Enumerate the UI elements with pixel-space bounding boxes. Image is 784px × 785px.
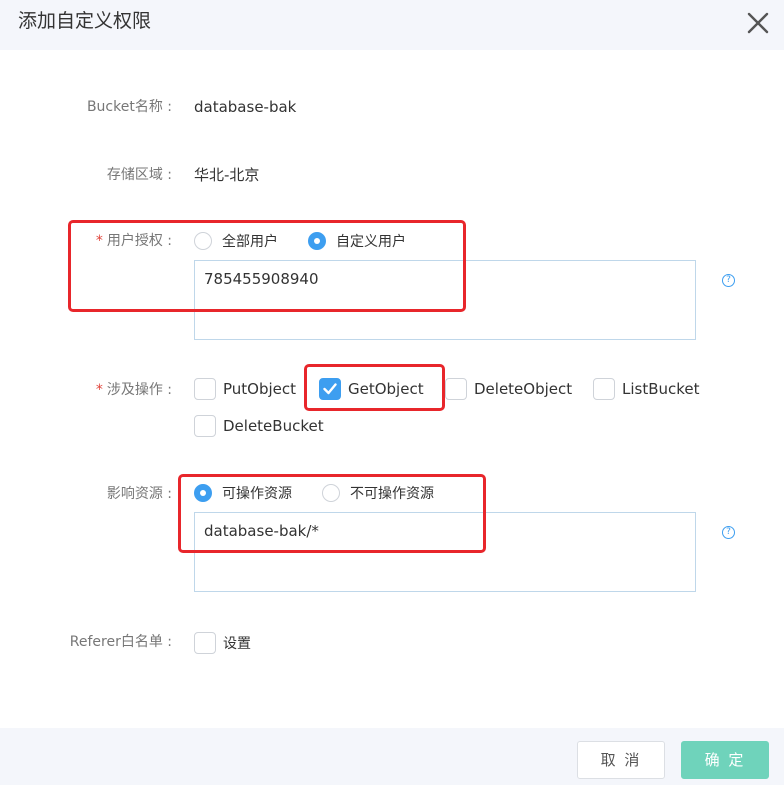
check-icon <box>319 378 341 400</box>
dialog-title: 添加自定义权限 <box>18 10 152 32</box>
bucket-name-label: Bucket名称 : <box>86 99 172 115</box>
checkbox-box <box>194 632 216 654</box>
radio-allowed-resources-label: 可操作资源 <box>222 486 292 502</box>
custom-users-textarea[interactable]: 785455908940 <box>194 260 696 340</box>
radio-circle <box>194 232 212 250</box>
storage-region-value: 华北-北京 <box>194 166 260 184</box>
help-icon[interactable]: ? <box>722 274 735 287</box>
radio-circle <box>322 484 340 502</box>
radio-circle-selected <box>194 484 212 502</box>
radio-allowed-resources[interactable]: 可操作资源 <box>194 483 292 503</box>
checkbox-list-bucket[interactable]: ListBucket <box>593 378 700 400</box>
help-icon[interactable]: ? <box>722 526 735 539</box>
radio-denied-resources[interactable]: 不可操作资源 <box>322 483 434 503</box>
storage-region-label: 存储区域 : <box>106 167 172 183</box>
dialog-header: 添加自定义权限 <box>0 0 784 50</box>
checkbox-box <box>445 378 467 400</box>
checkbox-delete-object-label: DeleteObject <box>474 380 573 398</box>
bucket-name-value: database-bak <box>194 98 297 116</box>
user-auth-label: * 用户授权 : <box>96 231 172 251</box>
checkbox-referer-setting-label: 设置 <box>223 636 251 652</box>
checkbox-delete-bucket[interactable]: DeleteBucket <box>194 415 324 437</box>
radio-denied-resources-label: 不可操作资源 <box>350 486 434 502</box>
checkbox-delete-bucket-label: DeleteBucket <box>223 417 324 435</box>
radio-all-users-label: 全部用户 <box>222 234 278 250</box>
radio-all-users[interactable]: 全部用户 <box>194 231 278 251</box>
resources-textarea[interactable]: database-bak/* <box>194 512 696 592</box>
dialog-footer <box>0 728 784 785</box>
checkbox-get-object-label: GetObject <box>348 380 424 398</box>
radio-custom-users[interactable]: 自定义用户 <box>308 231 406 251</box>
cancel-button[interactable]: 取 消 <box>577 741 665 779</box>
referer-label: Referer白名单 : <box>69 634 172 650</box>
required-mark: * <box>95 233 103 249</box>
checkbox-delete-object[interactable]: DeleteObject <box>445 378 572 400</box>
checkbox-put-object-label: PutObject <box>223 380 297 398</box>
user-auth-label-text: 用户授权 : <box>106 233 172 249</box>
checkbox-put-object[interactable]: PutObject <box>194 378 296 400</box>
checkbox-box <box>194 415 216 437</box>
radio-custom-users-label: 自定义用户 <box>336 234 406 250</box>
confirm-button[interactable]: 确 定 <box>681 741 769 779</box>
operations-label-text: 涉及操作 : <box>106 382 172 398</box>
checkbox-list-bucket-label: ListBucket <box>622 380 700 398</box>
checkbox-get-object[interactable]: GetObject <box>319 378 424 400</box>
checkbox-box <box>593 378 615 400</box>
checkbox-box <box>194 378 216 400</box>
close-icon[interactable] <box>744 9 772 37</box>
resources-label: 影响资源 : <box>106 486 172 502</box>
operations-label: * 涉及操作 : <box>96 380 172 400</box>
radio-circle-selected <box>308 232 326 250</box>
checkbox-referer-setting[interactable]: 设置 <box>194 632 251 654</box>
required-mark: * <box>95 382 103 398</box>
